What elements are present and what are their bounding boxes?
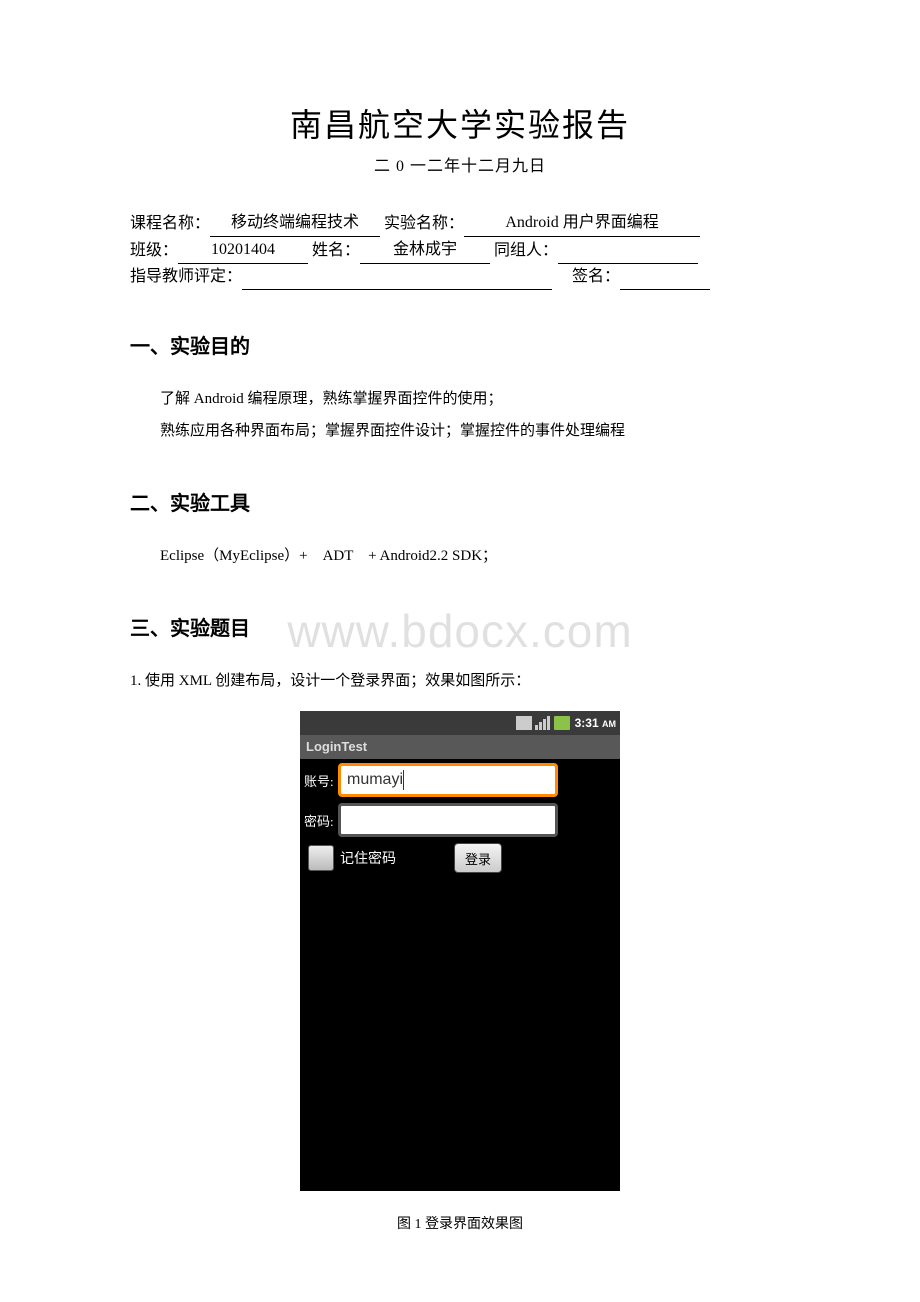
rating-label: 指导教师评定：: [130, 268, 242, 285]
password-label: 密码:: [304, 811, 338, 830]
exp-label: 实验名称：: [384, 215, 464, 232]
android-status-bar: 3:31 AM: [300, 711, 620, 735]
phone-screenshot: 3:31 AM LoginTest 账号: mumayi 密码: 记住密码 登录: [130, 711, 790, 1191]
figure-caption: 图 1 登录界面效果图: [130, 1213, 790, 1233]
team-label: 同组人：: [494, 242, 558, 259]
account-label: 账号:: [304, 771, 338, 790]
class-label: 班级：: [130, 242, 178, 259]
login-button[interactable]: 登录: [454, 843, 502, 873]
section-3-heading: 三、实验题目: [130, 612, 790, 641]
section-2-heading: 二、实验工具: [130, 487, 790, 516]
rating-value: [242, 289, 552, 290]
name-value: 金林成宇: [360, 237, 490, 264]
section-1-heading: 一、实验目的: [130, 330, 790, 359]
password-input[interactable]: [338, 803, 558, 837]
name-label: 姓名：: [312, 242, 360, 259]
account-value: mumayi: [347, 771, 403, 789]
doc-title: 南昌航空大学实验报告: [130, 100, 790, 146]
section-1-p1: 了解 Android 编程原理，熟练掌握界面控件的使用；: [130, 383, 790, 415]
exp-value: Android 用户界面编程: [464, 210, 700, 237]
section-3-p1: 1. 使用 XML 创建布局，设计一个登录界面；效果如图所示：: [130, 665, 790, 697]
remember-checkbox[interactable]: [308, 845, 334, 871]
battery-icon: [554, 716, 570, 730]
status-time: 3:31 AM: [575, 716, 616, 730]
network-icon: [516, 716, 532, 730]
course-value: 移动终端编程技术: [210, 210, 380, 237]
info-block: 课程名称：移动终端编程技术 实验名称：Android 用户界面编程 班级：102…: [130, 210, 790, 290]
sign-value: [620, 289, 710, 290]
section-1-p2: 熟练应用各种界面布局；掌握界面控件设计；掌握控件的事件处理编程: [130, 415, 790, 447]
class-value: 10201404: [178, 237, 308, 264]
account-input[interactable]: mumayi: [338, 763, 558, 797]
course-label: 课程名称：: [130, 215, 210, 232]
section-2-p1: Eclipse（MyEclipse）+ ADT + Android2.2 SDK…: [130, 540, 790, 572]
sign-label: 签名：: [572, 268, 620, 285]
app-title-bar: LoginTest: [300, 735, 620, 759]
signal-icon: [535, 716, 551, 730]
doc-date: 二 0 一二年十二月九日: [130, 152, 790, 176]
remember-label: 记住密码: [340, 848, 396, 868]
